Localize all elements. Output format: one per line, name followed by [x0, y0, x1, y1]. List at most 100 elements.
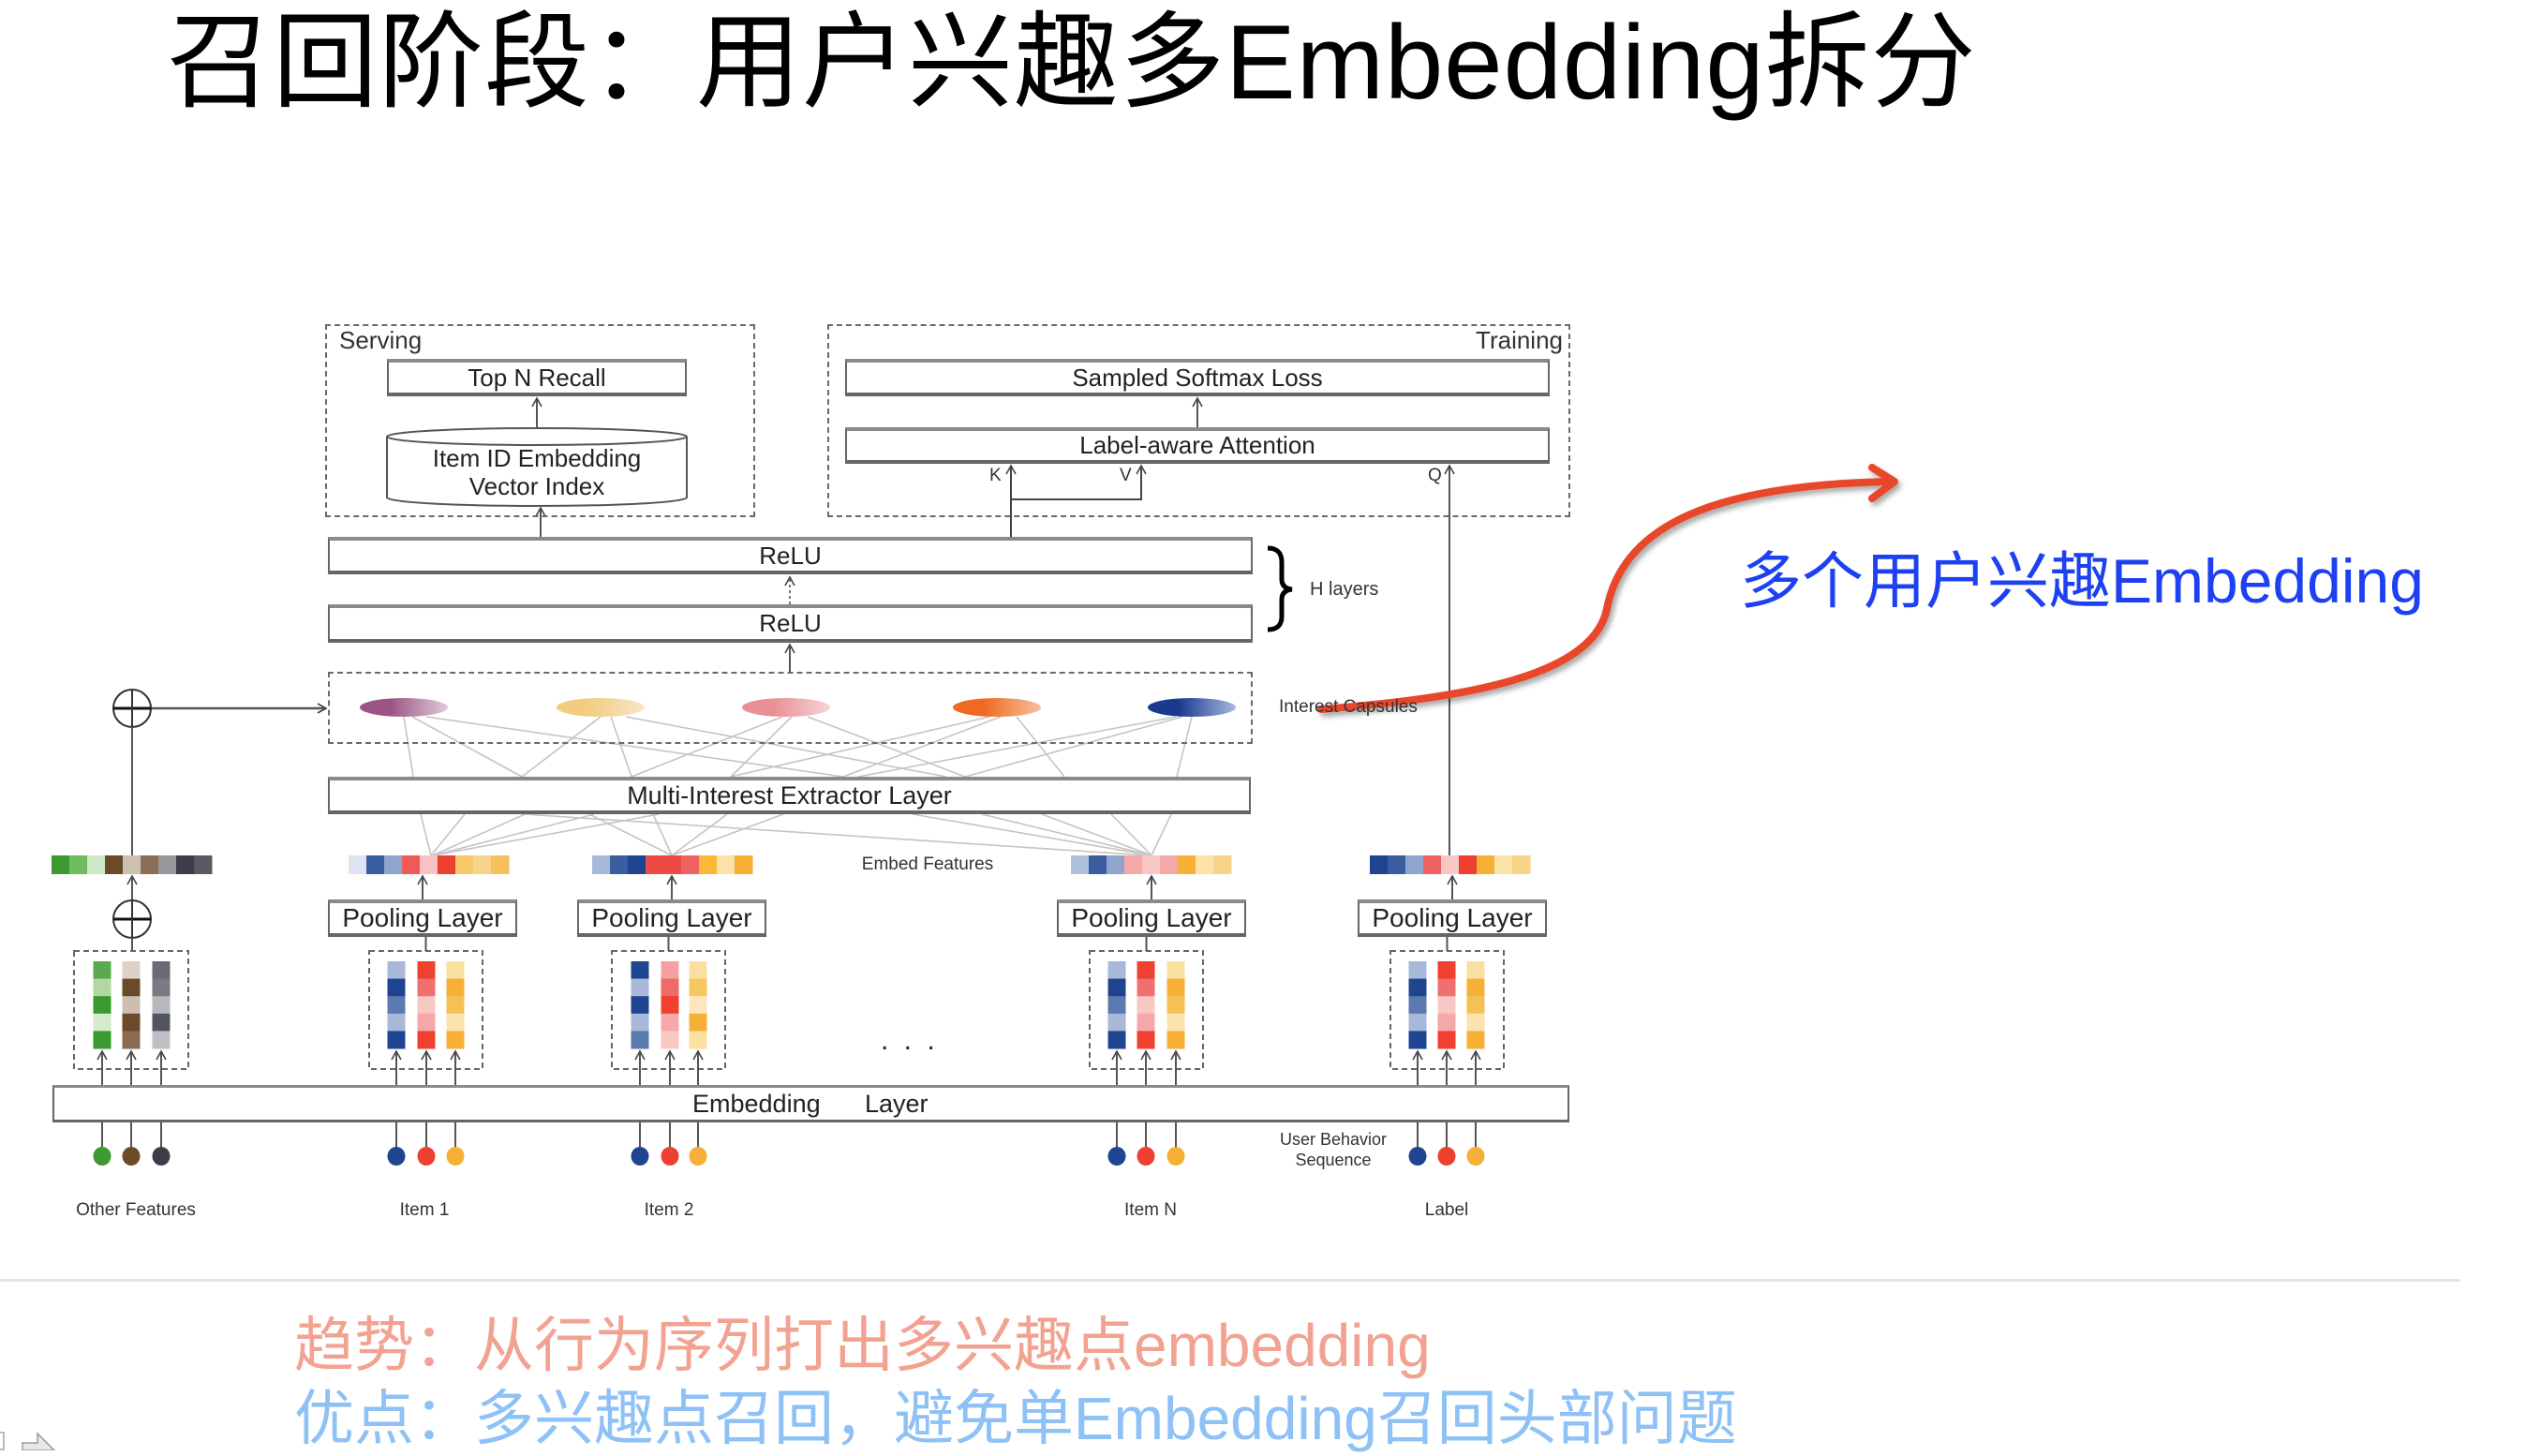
embedding-cell	[446, 978, 465, 997]
embedding-cell	[93, 961, 111, 980]
input-feature-dot	[1466, 1147, 1485, 1166]
embedding-cell	[661, 978, 679, 997]
embedding-cell	[122, 961, 141, 980]
embedding-cell	[689, 996, 707, 1015]
embed-feature-cell	[158, 855, 177, 874]
embed-feature-cell	[455, 855, 474, 874]
embedding-layer-word1: Embedding	[692, 1090, 821, 1118]
sampled-softmax-loss-box: Sampled Softmax Loss	[845, 359, 1550, 396]
embedding-cell	[152, 961, 171, 980]
embedding-cell	[387, 996, 406, 1015]
embed-feature-cell	[1512, 855, 1531, 874]
input-feature-dot	[1107, 1147, 1126, 1166]
input-feature-dot	[446, 1147, 465, 1166]
embed-feature-cell	[87, 855, 106, 874]
embedding-cell	[93, 1031, 111, 1049]
label-aware-attention-box: Label-aware Attention	[845, 427, 1550, 464]
embedding-cell	[387, 1013, 406, 1032]
training-label: Training	[1476, 326, 1563, 354]
input-feature-dot	[93, 1147, 111, 1166]
embed-feature-cell	[123, 855, 141, 874]
embedding-cell	[1137, 961, 1155, 980]
embedding-cell	[122, 1013, 141, 1032]
embedding-cell	[631, 978, 649, 997]
trend-note: 趋势：从行为序列打出多兴趣点embedding	[294, 1312, 1431, 1379]
embed-feature-cell	[52, 855, 70, 874]
embedding-cell	[631, 1031, 649, 1049]
feature-connection-line	[432, 813, 595, 856]
feature-connections	[420, 813, 1172, 856]
embedding-cell	[1107, 996, 1126, 1015]
user-behavior-sequence-label: User Behavior Sequence	[1258, 1129, 1408, 1170]
embed-feature-cell	[69, 855, 88, 874]
embed-feature-cell	[663, 855, 682, 874]
embedding-cell	[1137, 978, 1155, 997]
embedding-cell	[1437, 978, 1456, 997]
embedding-cell	[1466, 1013, 1485, 1032]
pooling-layer-box: Pooling Layer	[328, 899, 517, 937]
embed-feature-cell	[1142, 855, 1161, 874]
input-group-label: Item 1	[399, 1200, 450, 1220]
embedding-cell	[1437, 961, 1456, 980]
embedding-cell	[689, 1031, 707, 1049]
q-label: Q	[1428, 466, 1442, 485]
embed-feature-cell	[194, 855, 213, 874]
feature-connection-line	[912, 813, 1152, 856]
input-feature-dot	[152, 1147, 171, 1166]
embedding-cell	[446, 1031, 465, 1049]
embedding-cell	[1408, 996, 1427, 1015]
embed-feature-cell	[681, 855, 700, 874]
input-feature-dot	[1137, 1147, 1155, 1166]
embed-feature-cell	[1107, 855, 1125, 874]
embedding-cell	[1107, 1031, 1126, 1049]
interest-capsules-label: Interest Capsules	[1279, 697, 1418, 717]
embed-feature-cell	[491, 855, 510, 874]
serving-label: Serving	[339, 326, 423, 354]
embedding-cell	[1166, 961, 1185, 980]
embedding-cell	[1437, 1031, 1456, 1049]
embedding-cell	[417, 978, 436, 997]
embedding-cell	[661, 1031, 679, 1049]
embedding-cell	[1166, 978, 1185, 997]
input-feature-dot	[122, 1147, 141, 1166]
next-slide-arrow-icon[interactable]	[21, 1432, 58, 1450]
embedding-cell	[1166, 1031, 1185, 1049]
feature-connection-line	[588, 813, 673, 856]
embedding-cell	[631, 996, 649, 1015]
vector-index-line2: Vector Index	[468, 472, 605, 500]
embed-feature-cell	[1441, 855, 1460, 874]
embed-feature-cell	[473, 855, 492, 874]
h-layers-label: H layers	[1310, 579, 1379, 600]
embed-feature-cell	[420, 855, 438, 874]
embedding-cell	[1166, 1013, 1185, 1032]
training-panel	[827, 324, 1570, 517]
input-feature-dot	[631, 1147, 649, 1166]
input-feature-dot	[689, 1147, 707, 1166]
feature-connection-line	[420, 813, 432, 856]
embedding-cell	[387, 978, 406, 997]
embed-feature-cell	[699, 855, 718, 874]
embed-feature-cell	[1089, 855, 1107, 874]
embed-feature-cell	[717, 855, 736, 874]
embedding-cell	[689, 961, 707, 980]
embedding-cell	[1137, 1031, 1155, 1049]
k-label: K	[989, 466, 1002, 485]
pooling-layer-box: Pooling Layer	[1057, 899, 1246, 937]
user-behavior-line2: Sequence	[1295, 1151, 1372, 1169]
input-feature-dot	[417, 1147, 436, 1166]
embed-feature-cell	[592, 855, 611, 874]
embedding-cell	[661, 1013, 679, 1032]
feature-connection-line	[981, 813, 1152, 856]
embedding-cell	[122, 996, 141, 1015]
embedding-cell	[661, 961, 679, 980]
embedding-cell	[417, 1013, 436, 1032]
embedding-cell	[1466, 978, 1485, 997]
feature-connection-line	[652, 813, 673, 856]
pooling-layer-box: Pooling Layer	[577, 899, 766, 937]
embed-feature-cell	[1405, 855, 1424, 874]
vector-index-line1: Item ID Embedding	[432, 444, 642, 472]
relu-layer-bottom: ReLU	[328, 604, 1253, 643]
embed-feature-cell	[1459, 855, 1478, 874]
embed-feature-cell	[1160, 855, 1179, 874]
embed-feature-cell	[1388, 855, 1406, 874]
